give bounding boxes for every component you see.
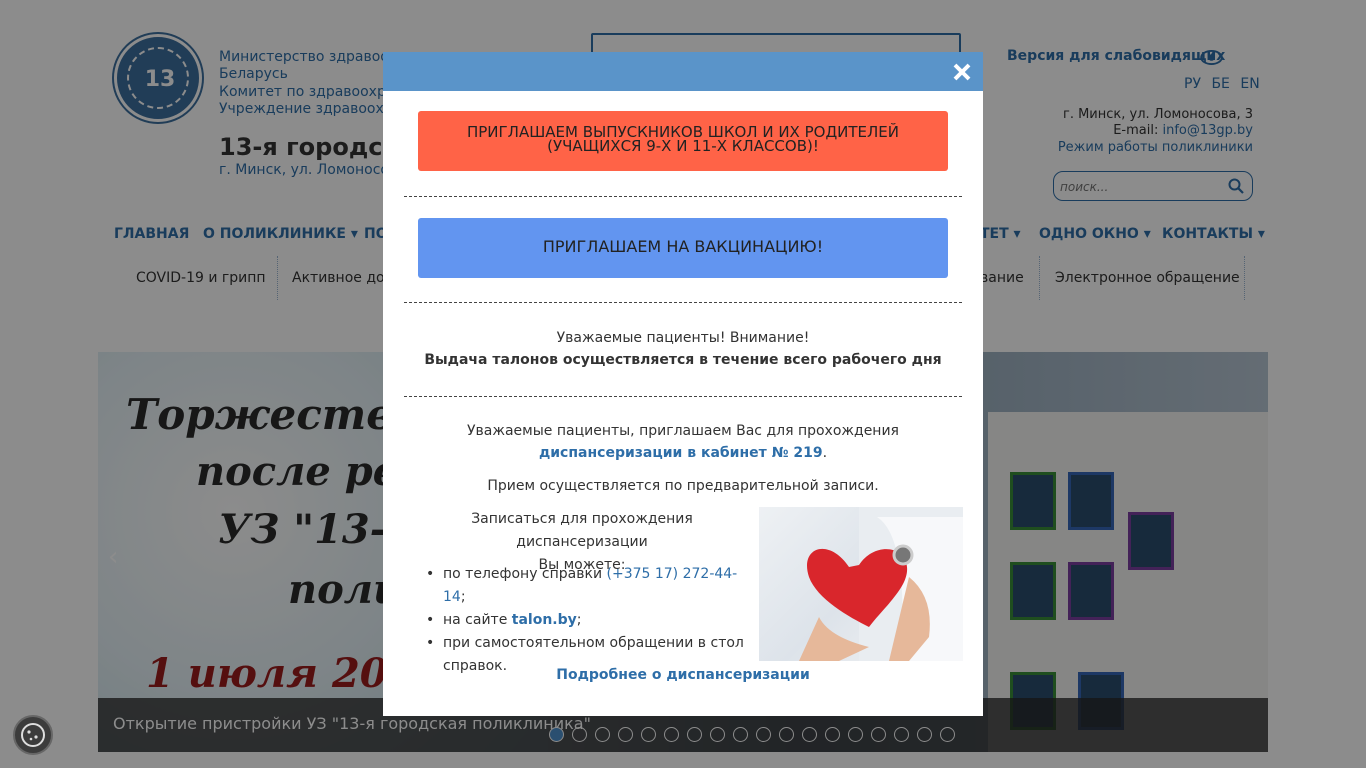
graduates-line: (УЧАЩИХСЯ 9-Х И 11-Х КЛАССОВ)! <box>547 137 819 155</box>
signup-line: Записаться для прохождения диспансеризац… <box>471 511 693 550</box>
appointment-text: Прием осуществляется по предварительной … <box>487 478 879 494</box>
talon-link[interactable]: talon.by <box>512 612 577 628</box>
phone-suffix: ; <box>460 589 466 605</box>
info-modal: ПРИГЛАШАЕМ ВЫПУСКНИКОВ ШКОЛ И ИХ РОДИТЕЛ… <box>383 52 983 716</box>
site-prefix: на сайте <box>443 612 512 628</box>
cookie-icon[interactable] <box>13 715 53 755</box>
notice-body: Выдача талонов осуществляется в течение … <box>424 352 942 368</box>
vaccination-invite-button[interactable]: ПРИГЛАШАЕМ НА ВАКЦИНАЦИЮ! <box>418 218 948 278</box>
invite-period: . <box>822 445 828 461</box>
notice-title: Уважаемые пациенты! Внимание! <box>556 330 810 346</box>
cookie-glyph <box>21 723 45 747</box>
phone-prefix: по телефону справки <box>443 566 607 582</box>
heart-icon <box>799 507 963 661</box>
divider <box>404 302 962 303</box>
modal-header <box>383 52 983 91</box>
site-suffix: ; <box>576 612 582 628</box>
divider <box>404 396 962 397</box>
invite-link-line: диспансеризации в кабинет № 219. <box>383 445 983 461</box>
dispensary-room-link[interactable]: диспансеризации в кабинет № 219 <box>539 445 823 461</box>
divider <box>404 196 962 197</box>
list-item: по телефону справки (+375 17) 272-44-14; <box>426 563 753 609</box>
signup-options-list: по телефону справки (+375 17) 272-44-14;… <box>426 563 753 678</box>
list-item: на сайте talon.by; <box>426 609 753 632</box>
graduates-invite-button[interactable]: ПРИГЛАШАЕМ ВЫПУСКНИКОВ ШКОЛ И ИХ РОДИТЕЛ… <box>418 111 948 171</box>
dispensary-more-link[interactable]: Подробнее о диспансеризации <box>383 667 983 683</box>
close-icon[interactable] <box>951 61 973 83</box>
doctor-heart-photo <box>759 507 963 661</box>
invite-text: Уважаемые пациенты, приглашаем Вас для п… <box>467 423 899 439</box>
